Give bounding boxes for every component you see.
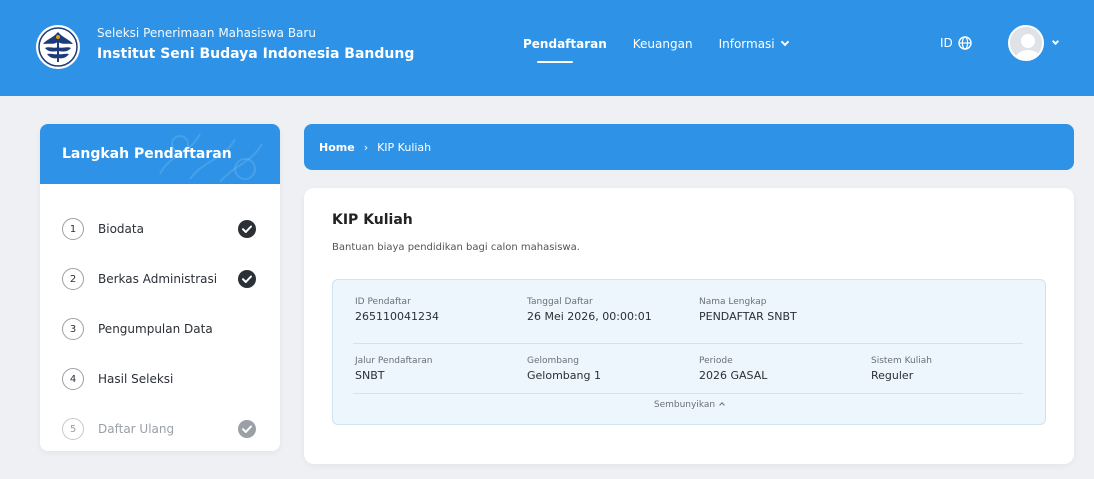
step-daftar-ulang[interactable]: 5 Daftar Ulang: [40, 404, 280, 451]
info-label: ID Pendaftar: [355, 297, 411, 307]
header-inner: Seleksi Penerimaan Mahasiswa Baru Instit…: [35, 22, 1083, 72]
step-biodata[interactable]: 1 Biodata: [40, 204, 280, 254]
globe-icon: [958, 36, 972, 50]
university-logo-icon[interactable]: [35, 24, 81, 70]
step-number: 5: [62, 418, 84, 440]
chevron-up-icon: [719, 402, 725, 408]
info-sistem-kuliah: Sistem Kuliah Reguler: [871, 355, 932, 383]
nav-informasi-label: Informasi: [718, 37, 775, 51]
step-label: Daftar Ulang: [98, 422, 175, 436]
brand-text: Seleksi Penerimaan Mahasiswa Baru Instit…: [97, 25, 414, 65]
info-value: PENDAFTAR SNBT: [699, 310, 797, 323]
breadcrumb-current: KIP Kuliah: [377, 140, 432, 154]
step-label: Biodata: [98, 222, 144, 236]
step-label: Hasil Seleksi: [98, 372, 174, 386]
page-title: KIP Kuliah: [332, 212, 413, 228]
info-label: Nama Lengkap: [699, 297, 767, 307]
step-label: Berkas Administrasi: [98, 272, 218, 286]
registrant-info-box: ID Pendaftar 265110041234 Tanggal Daftar…: [332, 279, 1046, 425]
sidebar-title: Langkah Pendaftaran: [62, 146, 232, 162]
check-circle-icon: [238, 420, 256, 438]
nav-informasi[interactable]: Informasi: [718, 36, 789, 66]
info-value: SNBT: [355, 369, 385, 382]
breadcrumb-home-link[interactable]: Home: [319, 141, 355, 154]
registration-steps-panel: Langkah Pendaftaran 1 Biodata 2 Berkas A…: [40, 124, 280, 451]
nav-pendaftaran-label: Pendaftaran: [523, 37, 607, 51]
info-divider: [353, 343, 1023, 344]
main-nav: Pendaftaran Keuangan Informasi: [523, 36, 814, 66]
info-id-pendaftar: ID Pendaftar 265110041234: [355, 296, 439, 324]
info-value: Reguler: [871, 369, 914, 382]
info-label: Gelombang: [527, 356, 579, 366]
toggle-label: Sembunyikan: [653, 400, 716, 410]
check-circle-icon: [238, 270, 256, 288]
step-number: 3: [62, 318, 84, 340]
info-nama-lengkap: Nama Lengkap PENDAFTAR SNBT: [699, 296, 797, 324]
sidebar-header: Langkah Pendaftaran: [40, 124, 280, 184]
step-pengumpulan-data[interactable]: 3 Pengumpulan Data: [40, 304, 280, 354]
info-periode: Periode 2026 GASAL: [699, 355, 767, 383]
steps-list: 1 Biodata 2 Berkas Administrasi 3 Pengum…: [40, 184, 280, 451]
info-label: Sistem Kuliah: [871, 356, 932, 366]
nav-keuangan-label: Keuangan: [632, 37, 693, 51]
brand-subtitle: Seleksi Penerimaan Mahasiswa Baru: [97, 26, 316, 40]
nav-pendaftaran[interactable]: Pendaftaran: [523, 36, 607, 66]
info-jalur-pendaftaran: Jalur Pendaftaran SNBT: [355, 355, 432, 383]
info-label: Tanggal Daftar: [527, 297, 593, 307]
info-tanggal-daftar: Tanggal Daftar 26 Mei 2026, 00:00:01: [527, 296, 652, 324]
breadcrumb-separator: ›: [363, 140, 369, 154]
chevron-down-icon: [1051, 37, 1060, 45]
step-number: 4: [62, 368, 84, 390]
kip-kuliah-card: KIP Kuliah Bantuan biaya pendidikan bagi…: [304, 188, 1074, 464]
step-hasil-seleksi[interactable]: 4 Hasil Seleksi: [40, 354, 280, 404]
info-label: Jalur Pendaftaran: [355, 356, 433, 366]
info-divider: [353, 393, 1023, 394]
top-navbar: Seleksi Penerimaan Mahasiswa Baru Instit…: [0, 0, 1094, 96]
nav-keuangan[interactable]: Keuangan: [633, 36, 693, 66]
info-gelombang: Gelombang Gelombang 1: [527, 355, 601, 383]
chevron-down-icon: [780, 37, 789, 47]
info-value: Gelombang 1: [527, 369, 601, 382]
step-label: Pengumpulan Data: [98, 322, 213, 336]
user-silhouette-icon: [1010, 27, 1042, 59]
breadcrumb: Home › KIP Kuliah: [304, 124, 1074, 170]
info-label: Periode: [699, 356, 733, 366]
avatar: [1008, 25, 1044, 61]
info-value: 2026 GASAL: [699, 369, 768, 382]
check-circle-icon: [238, 220, 256, 238]
info-value: 265110041234: [355, 310, 439, 323]
info-value: 26 Mei 2026, 00:00:01: [527, 310, 652, 323]
user-menu[interactable]: [1008, 25, 1060, 61]
brand-title: Institut Seni Budaya Indonesia Bandung: [97, 46, 415, 62]
page-description: Bantuan biaya pendidikan bagi calon maha…: [332, 242, 580, 253]
step-number: 2: [62, 268, 84, 290]
step-number: 1: [62, 218, 84, 240]
hide-details-toggle[interactable]: Sembunyikan: [333, 400, 1045, 410]
step-berkas-administrasi[interactable]: 2 Berkas Administrasi: [40, 254, 280, 304]
language-switcher[interactable]: ID: [940, 36, 972, 50]
language-label: ID: [940, 36, 953, 50]
